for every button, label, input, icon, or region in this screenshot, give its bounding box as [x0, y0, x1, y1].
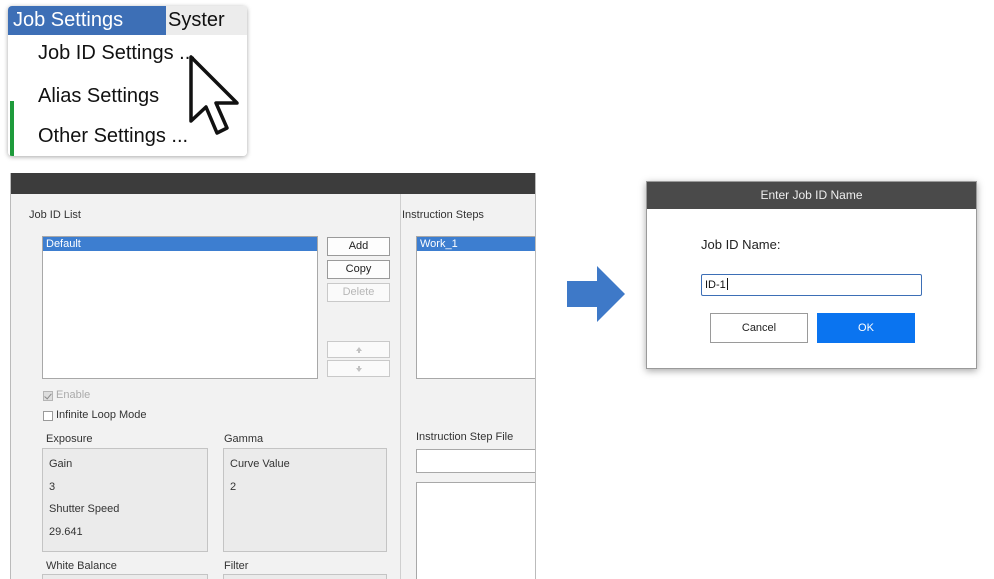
menu-item-other-settings[interactable]: Other Settings ...: [38, 121, 188, 151]
menu-item-job-id-settings[interactable]: Job ID Settings ...: [38, 38, 196, 68]
job-id-name-label: Job ID Name:: [701, 237, 781, 252]
window-titlebar: [11, 173, 535, 194]
gain-value: 3: [49, 481, 56, 493]
exposure-group: Gain 3 Shutter Speed 29.641: [42, 448, 208, 552]
text-caret: [726, 278, 728, 290]
dialog-title: Enter Job ID Name: [647, 182, 976, 209]
cancel-button[interactable]: Cancel: [710, 313, 808, 343]
arrow-down-icon: [355, 366, 362, 372]
instruction-step-item[interactable]: Work_1: [417, 237, 535, 251]
job-id-list-label: Job ID List: [29, 209, 81, 221]
shutter-speed-label: Shutter Speed: [49, 503, 120, 515]
menubar: Job Settings Syster: [8, 6, 247, 35]
enter-job-id-dialog: Enter Job ID Name Job ID Name: ID-1 Canc…: [646, 181, 977, 369]
menu-system[interactable]: Syster: [168, 6, 225, 35]
white-balance-group: [42, 574, 208, 579]
menu-snippet: Job Settings Syster Job ID Settings ... …: [8, 6, 247, 156]
copy-button[interactable]: Copy: [327, 260, 390, 279]
delete-button[interactable]: Delete: [327, 283, 390, 302]
move-up-button[interactable]: [327, 341, 390, 358]
enable-checkbox[interactable]: [43, 391, 53, 401]
infinite-loop-label: Infinite Loop Mode: [56, 409, 147, 421]
job-id-list-item[interactable]: Default: [43, 237, 317, 251]
instruction-step-file-label: Instruction Step File: [416, 431, 514, 443]
instruction-step-file-list[interactable]: [416, 482, 535, 579]
instruction-steps-list[interactable]: Work_1: [416, 236, 535, 379]
filter-group: [223, 574, 387, 579]
filter-title: Filter: [224, 560, 249, 572]
add-button[interactable]: Add: [327, 237, 390, 256]
exposure-title: Exposure: [46, 433, 93, 445]
ok-button[interactable]: OK: [817, 313, 915, 343]
gain-label: Gain: [49, 458, 73, 470]
menu-item-alias-settings[interactable]: Alias Settings: [38, 81, 159, 111]
selection-indicator-bar: [10, 101, 14, 156]
infinite-loop-checkbox[interactable]: [43, 411, 53, 421]
right-arrow-icon: [567, 266, 625, 322]
gamma-group: Curve Value 2: [223, 448, 387, 552]
move-down-button[interactable]: [327, 360, 390, 377]
job-id-list[interactable]: Default: [42, 236, 318, 379]
curve-value: 2: [230, 481, 237, 493]
curve-value-label: Curve Value: [230, 458, 290, 470]
mouse-cursor-icon: [189, 55, 239, 135]
enable-label: Enable: [56, 389, 91, 401]
shutter-speed-value: 29.641: [49, 526, 83, 538]
instruction-steps-label: Instruction Steps: [402, 209, 484, 221]
job-settings-window: Job ID List Default Add Copy Delete Enab…: [10, 173, 536, 579]
menu-job-settings[interactable]: Job Settings: [8, 6, 166, 35]
instruction-step-file-input[interactable]: [416, 449, 535, 473]
panel-divider: [400, 194, 401, 579]
job-id-name-value: ID-1: [705, 279, 726, 291]
gamma-title: Gamma: [224, 433, 264, 445]
job-id-name-input[interactable]: ID-1: [701, 274, 922, 296]
arrow-up-icon: [355, 347, 362, 353]
white-balance-title: White Balance: [46, 560, 117, 572]
